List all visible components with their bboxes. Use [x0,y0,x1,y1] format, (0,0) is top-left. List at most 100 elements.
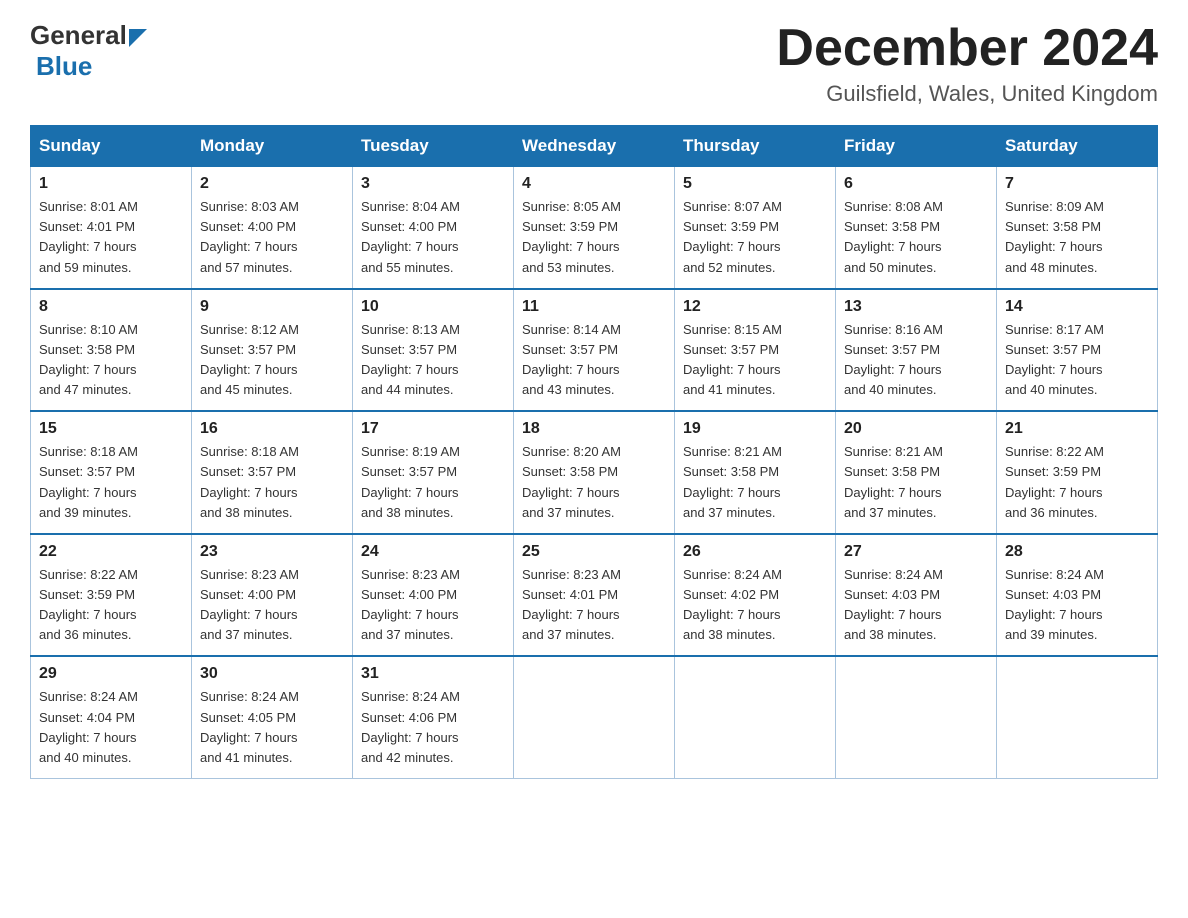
calendar-cell: 12 Sunrise: 8:15 AMSunset: 3:57 PMDayligh… [675,289,836,412]
day-number: 4 [522,175,666,193]
day-info: Sunrise: 8:12 AMSunset: 3:57 PMDaylight:… [200,320,344,401]
day-info: Sunrise: 8:24 AMSunset: 4:04 PMDaylight:… [39,687,183,768]
calendar-cell: 31 Sunrise: 8:24 AMSunset: 4:06 PMDayligh… [353,656,514,778]
day-number: 19 [683,420,827,438]
day-info: Sunrise: 8:16 AMSunset: 3:57 PMDaylight:… [844,320,988,401]
day-number: 3 [361,175,505,193]
calendar-table: SundayMondayTuesdayWednesdayThursdayFrid… [30,125,1158,779]
calendar-cell: 13 Sunrise: 8:16 AMSunset: 3:57 PMDayligh… [836,289,997,412]
day-info: Sunrise: 8:22 AMSunset: 3:59 PMDaylight:… [1005,442,1149,523]
logo-general-text: General [30,20,127,51]
calendar-cell: 29 Sunrise: 8:24 AMSunset: 4:04 PMDayligh… [31,656,192,778]
calendar-cell: 18Sunrise: 8:20 AMSunset: 3:58 PMDayligh… [514,411,675,534]
week-row-3: 15 Sunrise: 8:18 AMSunset: 3:57 PMDayligh… [31,411,1158,534]
day-info: Sunrise: 8:23 AMSunset: 4:00 PMDaylight:… [361,565,505,646]
logo-triangle-icon [129,29,147,47]
day-number: 8 [39,298,183,316]
calendar-cell: 15 Sunrise: 8:18 AMSunset: 3:57 PMDayligh… [31,411,192,534]
calendar-cell: 7Sunrise: 8:09 AMSunset: 3:58 PMDaylight… [997,167,1158,289]
logo-icon: General Blue [30,20,147,82]
day-info: Sunrise: 8:09 AMSunset: 3:58 PMDaylight:… [1005,197,1149,278]
month-title: December 2024 [776,20,1158,77]
calendar-cell: 3 Sunrise: 8:04 AMSunset: 4:00 PMDaylight… [353,167,514,289]
day-number: 6 [844,175,988,193]
calendar-cell: 5Sunrise: 8:07 AMSunset: 3:59 PMDaylight… [675,167,836,289]
day-info: Sunrise: 8:08 AMSunset: 3:58 PMDaylight:… [844,197,988,278]
day-number: 15 [39,420,183,438]
calendar-cell: 1 Sunrise: 8:01 AMSunset: 4:01 PMDaylight… [31,167,192,289]
day-number: 21 [1005,420,1149,438]
calendar-cell: 26Sunrise: 8:24 AMSunset: 4:02 PMDayligh… [675,534,836,657]
day-number: 22 [39,543,183,561]
day-number: 2 [200,175,344,193]
calendar-cell: 28Sunrise: 8:24 AMSunset: 4:03 PMDayligh… [997,534,1158,657]
weekday-header-thursday: Thursday [675,126,836,167]
calendar-cell [675,656,836,778]
day-info: Sunrise: 8:14 AMSunset: 3:57 PMDaylight:… [522,320,666,401]
day-number: 20 [844,420,988,438]
calendar-cell: 19 Sunrise: 8:21 AMSunset: 3:58 PMDayligh… [675,411,836,534]
calendar-cell: 10Sunrise: 8:13 AMSunset: 3:57 PMDayligh… [353,289,514,412]
week-row-5: 29 Sunrise: 8:24 AMSunset: 4:04 PMDayligh… [31,656,1158,778]
day-number: 18 [522,420,666,438]
day-number: 30 [200,665,344,683]
day-number: 1 [39,175,183,193]
day-info: Sunrise: 8:18 AMSunset: 3:57 PMDaylight:… [39,442,183,523]
location-text: Guilsfield, Wales, United Kingdom [776,81,1158,107]
day-number: 10 [361,298,505,316]
day-info: Sunrise: 8:05 AMSunset: 3:59 PMDaylight:… [522,197,666,278]
calendar-cell: 14 Sunrise: 8:17 AMSunset: 3:57 PMDayligh… [997,289,1158,412]
day-info: Sunrise: 8:15 AMSunset: 3:57 PMDaylight:… [683,320,827,401]
weekday-header-tuesday: Tuesday [353,126,514,167]
calendar-cell: 21 Sunrise: 8:22 AMSunset: 3:59 PMDayligh… [997,411,1158,534]
weekday-header-row: SundayMondayTuesdayWednesdayThursdayFrid… [31,126,1158,167]
day-info: Sunrise: 8:24 AMSunset: 4:02 PMDaylight:… [683,565,827,646]
day-number: 11 [522,298,666,316]
calendar-cell [514,656,675,778]
calendar-cell: 17Sunrise: 8:19 AMSunset: 3:57 PMDayligh… [353,411,514,534]
day-info: Sunrise: 8:21 AMSunset: 3:58 PMDaylight:… [683,442,827,523]
calendar-cell: 8 Sunrise: 8:10 AMSunset: 3:58 PMDaylight… [31,289,192,412]
calendar-cell [997,656,1158,778]
page-header: General Blue December 2024 Guilsfield, W… [30,20,1158,107]
day-info: Sunrise: 8:24 AMSunset: 4:03 PMDaylight:… [844,565,988,646]
day-info: Sunrise: 8:17 AMSunset: 3:57 PMDaylight:… [1005,320,1149,401]
calendar-cell: 4 Sunrise: 8:05 AMSunset: 3:59 PMDaylight… [514,167,675,289]
day-info: Sunrise: 8:18 AMSunset: 3:57 PMDaylight:… [200,442,344,523]
day-info: Sunrise: 8:24 AMSunset: 4:05 PMDaylight:… [200,687,344,768]
calendar-cell: 2 Sunrise: 8:03 AMSunset: 4:00 PMDaylight… [192,167,353,289]
day-number: 24 [361,543,505,561]
week-row-4: 22 Sunrise: 8:22 AMSunset: 3:59 PMDayligh… [31,534,1158,657]
day-info: Sunrise: 8:19 AMSunset: 3:57 PMDaylight:… [361,442,505,523]
day-number: 14 [1005,298,1149,316]
day-info: Sunrise: 8:03 AMSunset: 4:00 PMDaylight:… [200,197,344,278]
calendar-cell: 23Sunrise: 8:23 AMSunset: 4:00 PMDayligh… [192,534,353,657]
title-area: December 2024 Guilsfield, Wales, United … [776,20,1158,107]
day-number: 27 [844,543,988,561]
calendar-cell: 6 Sunrise: 8:08 AMSunset: 3:58 PMDaylight… [836,167,997,289]
week-row-1: 1 Sunrise: 8:01 AMSunset: 4:01 PMDaylight… [31,167,1158,289]
weekday-header-sunday: Sunday [31,126,192,167]
day-number: 29 [39,665,183,683]
day-number: 9 [200,298,344,316]
calendar-cell: 9 Sunrise: 8:12 AMSunset: 3:57 PMDaylight… [192,289,353,412]
day-info: Sunrise: 8:21 AMSunset: 3:58 PMDaylight:… [844,442,988,523]
day-number: 25 [522,543,666,561]
day-info: Sunrise: 8:23 AMSunset: 4:00 PMDaylight:… [200,565,344,646]
calendar-cell: 30 Sunrise: 8:24 AMSunset: 4:05 PMDayligh… [192,656,353,778]
day-info: Sunrise: 8:24 AMSunset: 4:03 PMDaylight:… [1005,565,1149,646]
day-info: Sunrise: 8:10 AMSunset: 3:58 PMDaylight:… [39,320,183,401]
day-number: 31 [361,665,505,683]
day-number: 16 [200,420,344,438]
day-info: Sunrise: 8:04 AMSunset: 4:00 PMDaylight:… [361,197,505,278]
calendar-cell: 22 Sunrise: 8:22 AMSunset: 3:59 PMDayligh… [31,534,192,657]
calendar-cell: 27 Sunrise: 8:24 AMSunset: 4:03 PMDayligh… [836,534,997,657]
day-number: 13 [844,298,988,316]
day-info: Sunrise: 8:24 AMSunset: 4:06 PMDaylight:… [361,687,505,768]
logo-blue-text: Blue [36,51,92,82]
day-info: Sunrise: 8:01 AMSunset: 4:01 PMDaylight:… [39,197,183,278]
day-info: Sunrise: 8:22 AMSunset: 3:59 PMDaylight:… [39,565,183,646]
day-number: 12 [683,298,827,316]
calendar-cell: 25Sunrise: 8:23 AMSunset: 4:01 PMDayligh… [514,534,675,657]
weekday-header-saturday: Saturday [997,126,1158,167]
